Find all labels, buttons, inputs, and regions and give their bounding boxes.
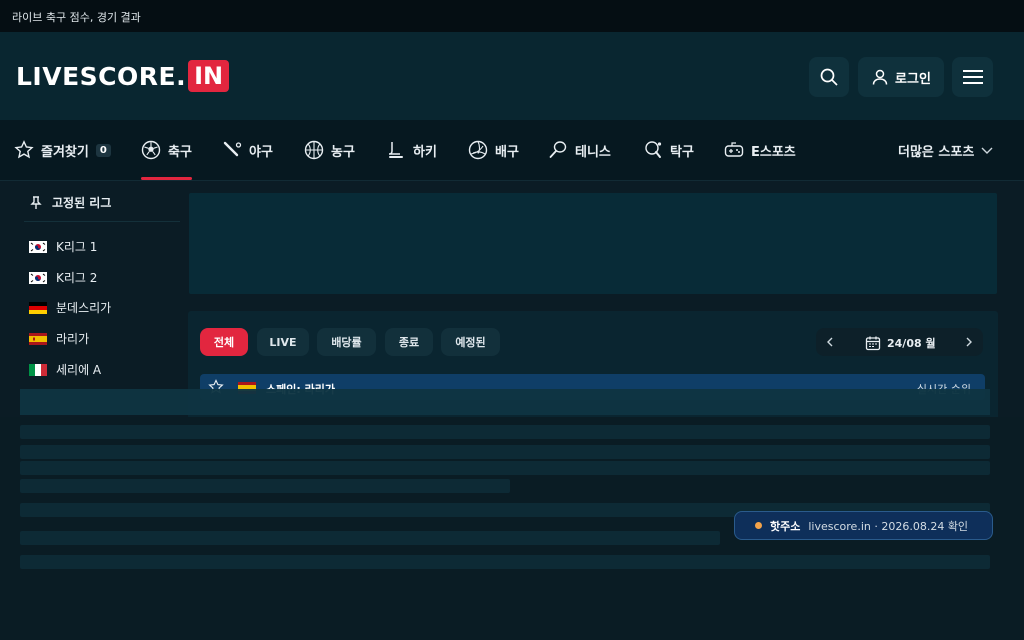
baseball-bat-icon [223,141,242,157]
page-tagline: 라이브 축구 점수, 경기 결과 [12,11,141,24]
nav-tennis-label: 테니스 [575,144,611,160]
more-sports-label: 더많은 스포츠 [898,144,975,160]
toast-title: 핫주소 [770,519,801,533]
top-strip: 라이브 축구 점수, 경기 결과 [0,0,1024,32]
menu-button[interactable] [952,57,993,97]
nav-favorites[interactable]: 즐겨찾기 0 [14,120,111,180]
filter-odds-button[interactable]: 배당률 [317,328,376,356]
skeleton-row [20,461,990,475]
pinned-leagues-label: 고정된 리그 [52,196,112,210]
filter-all-label: 전체 [213,336,235,349]
filter-finished-button[interactable]: 종료 [385,328,433,356]
toast-message: livescore.in · 2026.08.24 확인 [808,519,969,533]
filter-live-label: LIVE [269,335,297,349]
nav-table-tennis[interactable]: 탁구 [643,120,694,180]
nav-baseball[interactable]: 야구 [222,120,273,180]
filter-finished-label: 종료 [398,336,420,349]
ad-banner [189,193,997,294]
nav-table-tennis-label: 탁구 [670,144,694,160]
nav-basketball[interactable]: 농구 [304,120,355,180]
skeleton-row [20,445,990,459]
sports-nav: 즐겨찾기 0 축구 야구 농구 하키 배구 테니스 탁구 E스포츠 더많은 스포… [0,120,1024,181]
skeleton-row [20,425,990,439]
chevron-left-icon[interactable] [824,336,836,348]
chevron-down-icon [981,147,993,154]
korea-flag-icon [29,271,47,284]
nav-volleyball[interactable]: 배구 [468,120,519,180]
hamburger-icon [962,70,983,84]
italy-flag-icon [29,363,47,376]
nav-soccer[interactable]: 축구 [141,120,192,180]
status-dot-icon [755,522,762,529]
search-icon [820,68,838,86]
login-label: 로그인 [895,71,931,87]
login-button[interactable]: 로그인 [858,57,944,97]
user-icon [872,69,888,85]
volleyball-icon [468,140,488,160]
sidebar-league-k1[interactable]: K리그 1 [29,238,97,255]
nav-hockey-label: 하키 [413,144,437,160]
spain-flag-icon [29,332,47,345]
logo-badge: IN [188,60,230,92]
loading-overlay-band [20,389,990,415]
nav-volleyball-label: 배구 [495,144,519,160]
pinned-leagues-sidebar: 고정된 리그 K리그 1 K리그 2 분데스리가 라리가 세리에 A [0,181,188,421]
nav-esports[interactable]: E스포츠 [724,120,796,180]
logo-text: LIVESCORE. [16,61,187,91]
sidebar-league-label: 세리에 A [56,363,102,377]
search-button[interactable] [809,57,849,97]
filter-live-button[interactable]: LIVE [257,328,309,356]
germany-flag-icon [29,301,47,314]
sidebar-league-label: K리그 2 [56,271,98,285]
sidebar-league-label: 라리가 [56,332,90,346]
nav-esports-label: E스포츠 [751,144,796,160]
gamepad-icon [724,142,744,157]
sidebar-league-k2[interactable]: K리그 2 [29,269,97,286]
basketball-icon [304,140,324,160]
nav-hockey[interactable]: 하키 [386,120,437,180]
sidebar-league-label: K리그 1 [56,240,98,254]
hockey-stick-icon [388,142,403,158]
date-picker: 24/08 월 [816,328,983,356]
filter-scheduled-label: 예정된 [455,336,486,349]
sidebar-league-seriea[interactable]: 세리에 A [29,361,101,378]
filter-all-button[interactable]: 전체 [200,328,248,356]
skeleton-row [20,531,720,545]
filter-scheduled-button[interactable]: 예정된 [441,328,500,356]
tennis-racket-icon [549,141,567,158]
nav-baseball-label: 야구 [249,144,273,160]
sidebar-league-laliga[interactable]: 라리가 [29,330,89,347]
site-logo[interactable]: LIVESCORE. IN [16,60,230,92]
calendar-icon [865,336,881,351]
nav-soccer-label: 축구 [168,144,192,160]
chevron-right-icon[interactable] [963,336,975,348]
table-tennis-icon [645,141,662,158]
pinned-leagues-title: 고정된 리그 [30,194,111,211]
pin-icon [30,195,42,209]
nav-tennis[interactable]: 테니스 [548,120,611,180]
sidebar-league-bundesliga[interactable]: 분데스리가 [29,299,111,316]
date-display[interactable]: 24/08 월 [865,335,936,351]
star-icon [14,140,34,159]
more-sports-dropdown[interactable]: 더많은 스포츠 [898,120,994,180]
favorites-count-badge: 0 [95,143,111,157]
nav-favorites-label: 즐겨찾기 [41,144,89,160]
korea-flag-icon [29,240,47,253]
filter-odds-label: 배당률 [331,336,362,349]
sidebar-league-label: 분데스리가 [56,301,112,315]
sidebar-divider [24,221,180,222]
skeleton-row [20,555,990,569]
soccer-ball-icon [141,140,161,160]
site-header: LIVESCORE. IN 로그인 [0,32,1024,120]
date-label: 24/08 월 [887,337,936,350]
hot-address-toast[interactable]: 핫주소 livescore.in · 2026.08.24 확인 [734,511,993,540]
nav-basketball-label: 농구 [331,144,355,160]
skeleton-row [20,479,510,493]
